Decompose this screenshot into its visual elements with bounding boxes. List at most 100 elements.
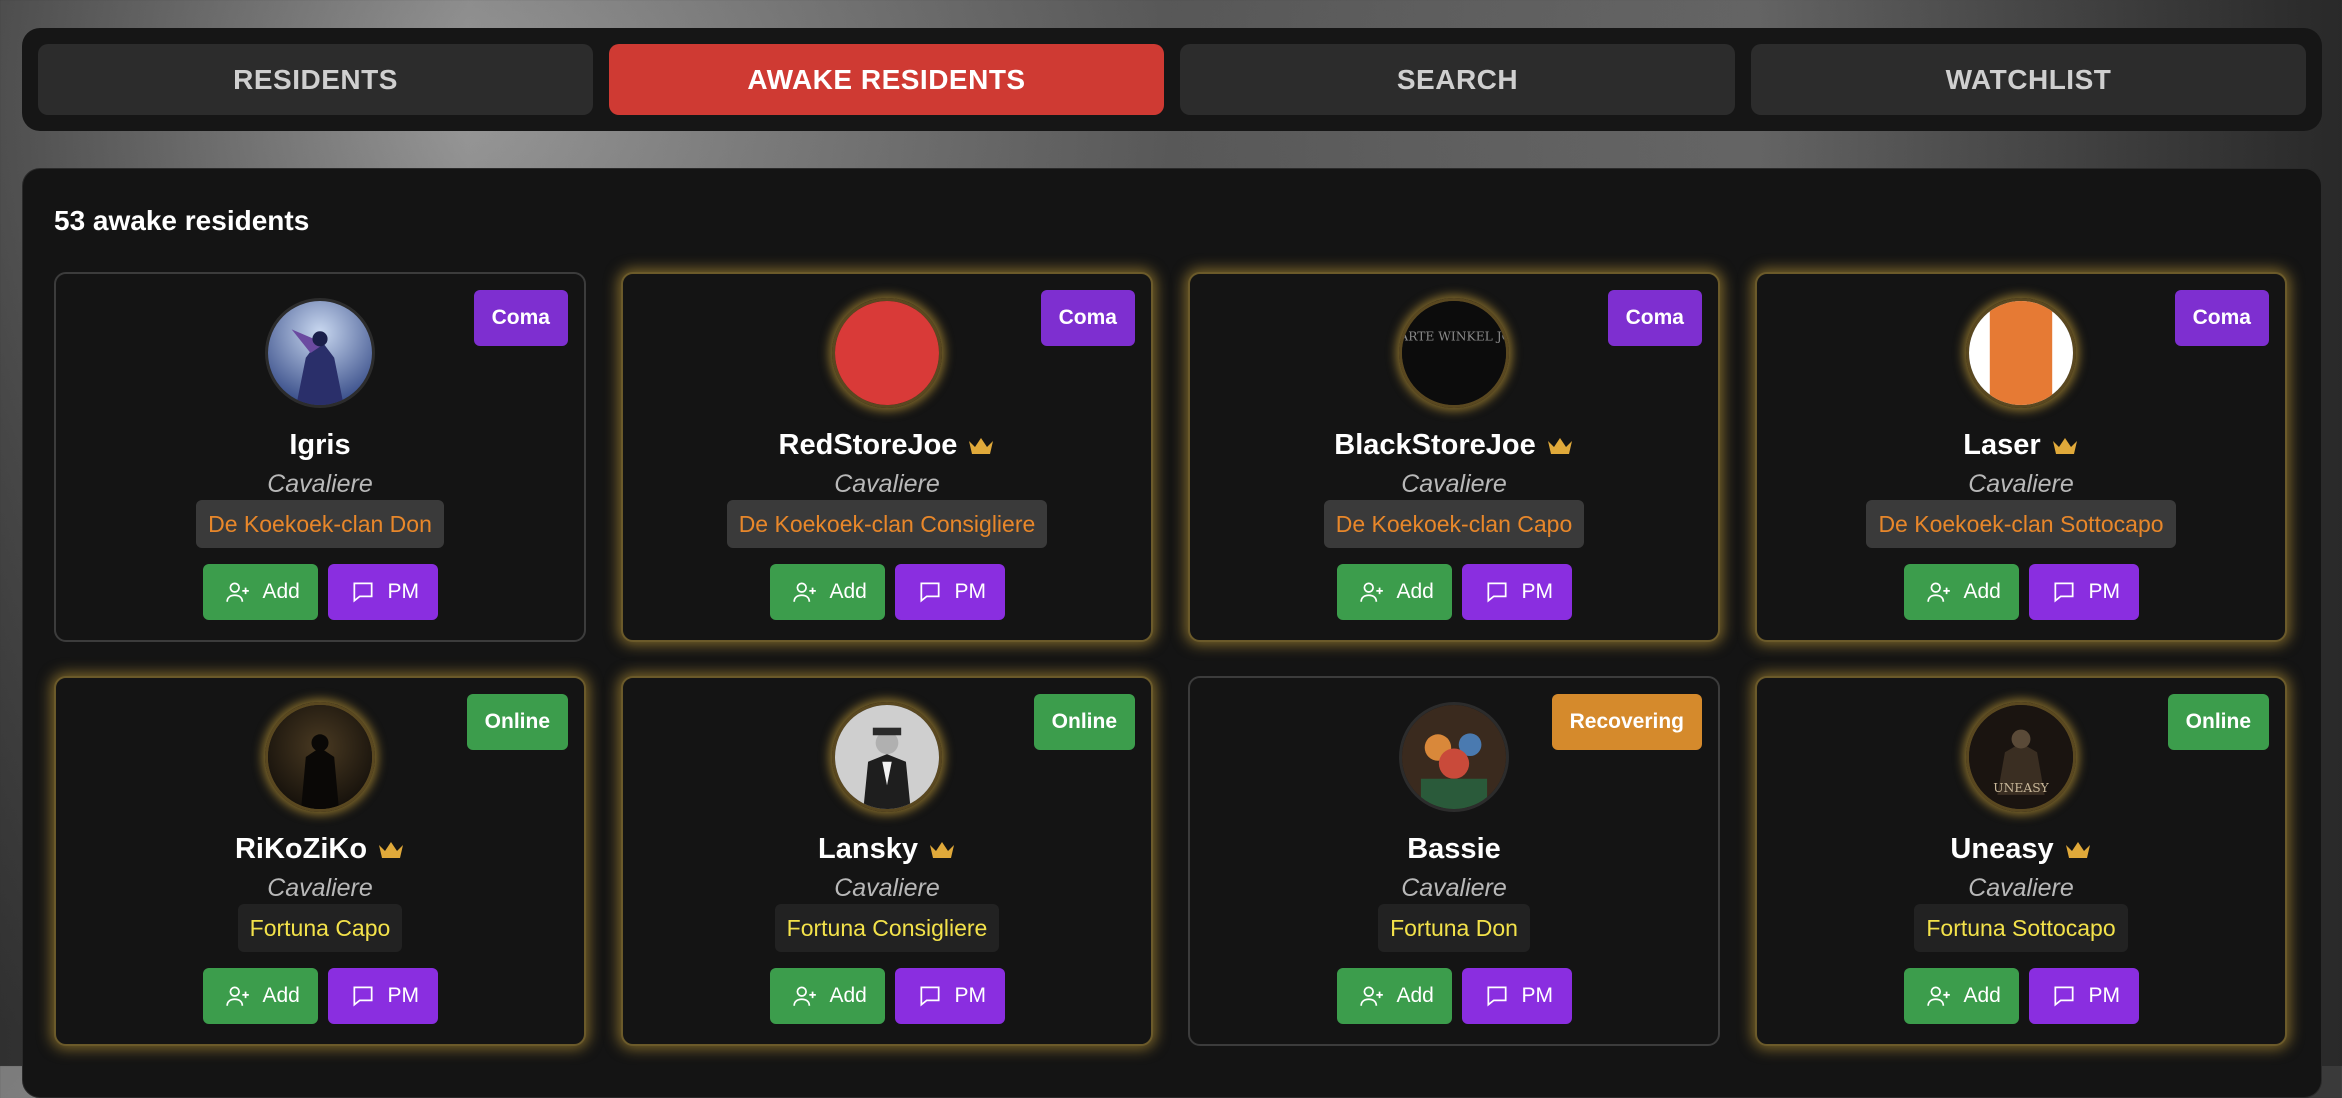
family-tag[interactable]: De Koekoek-clan Don	[196, 500, 444, 548]
add-friend-button[interactable]: Add	[1903, 564, 2019, 620]
message-icon	[919, 986, 940, 1007]
crown-icon	[379, 841, 404, 858]
avatar[interactable]: UNEASY	[1966, 702, 2076, 812]
pm-label: PM	[2088, 984, 2121, 1007]
resident-name[interactable]: Lansky	[623, 833, 1151, 866]
user-plus-icon	[792, 582, 816, 602]
crown-icon	[1547, 437, 1572, 454]
resident-name[interactable]: RedStoreJoe	[623, 429, 1151, 462]
family-tag[interactable]: De Koekoek-clan Consigliere	[726, 500, 1048, 548]
add-friend-button[interactable]: Add	[1903, 968, 2019, 1024]
pm-button[interactable]: PM	[2028, 968, 2139, 1024]
user-plus-icon	[1359, 986, 1383, 1006]
message-icon	[2053, 582, 2074, 603]
add-friend-button[interactable]: Add	[202, 564, 318, 620]
status-badge: Online	[1033, 694, 1135, 750]
status-badge: Online	[2167, 694, 2269, 750]
user-plus-icon	[225, 986, 249, 1006]
resident-card: UNEASY Online Uneasy Cavaliere Fortuna S…	[1755, 676, 2287, 1046]
message-icon	[352, 986, 373, 1007]
user-plus-icon	[1359, 582, 1383, 602]
resident-name[interactable]: BlackStoreJoe	[1190, 429, 1718, 462]
family-tag[interactable]: De Koekoek-clan Sottocapo	[1866, 500, 2176, 548]
add-label: Add	[1396, 580, 1434, 603]
resident-card: Coma RedStoreJoe Cavaliere De Koekoek-cl…	[621, 272, 1153, 642]
resident-name-text[interactable]: Uneasy	[1950, 833, 2053, 866]
resident-name-text[interactable]: Lansky	[818, 833, 918, 866]
avatar[interactable]: ZWARTE WINKEL JOZE	[1399, 298, 1509, 408]
family-tag[interactable]: Fortuna Don	[1378, 904, 1530, 952]
resident-name-text[interactable]: BlackStoreJoe	[1334, 429, 1536, 462]
pm-label: PM	[387, 984, 420, 1007]
avatar[interactable]	[832, 702, 942, 812]
avatar-text: UNEASY	[1993, 781, 2049, 795]
resident-count: 53 awake residents	[54, 205, 310, 236]
resident-rank: Cavaliere	[1401, 874, 1507, 902]
add-friend-button[interactable]: Add	[769, 564, 885, 620]
status-badge: Coma	[1040, 290, 1135, 346]
resident-card: Coma Laser Cavaliere De Koekoek-clan Sot…	[1755, 272, 2287, 642]
tab-watchlist[interactable]: WATCHLIST	[1751, 44, 2306, 115]
add-label: Add	[1963, 984, 2001, 1007]
add-friend-button[interactable]: Add	[1336, 564, 1452, 620]
pm-button[interactable]: PM	[1461, 564, 1572, 620]
resident-name[interactable]: Laser	[1757, 429, 2285, 462]
tab-residents[interactable]: RESIDENTS	[38, 44, 593, 115]
pm-label: PM	[954, 580, 987, 603]
family-tag[interactable]: Fortuna Sottocapo	[1914, 904, 2128, 952]
add-label: Add	[1963, 580, 2001, 603]
resident-card: Coma Igris Cavaliere De Koekoek-clan Don…	[54, 272, 586, 642]
crown-icon	[929, 841, 954, 858]
add-label: Add	[262, 984, 300, 1007]
avatar[interactable]	[265, 298, 375, 408]
message-icon	[352, 582, 373, 603]
pm-button[interactable]: PM	[894, 564, 1005, 620]
crown-icon	[2052, 437, 2077, 454]
add-friend-button[interactable]: Add	[202, 968, 318, 1024]
family-tag[interactable]: Fortuna Consigliere	[774, 904, 1000, 952]
status-badge: Recovering	[1551, 694, 1702, 750]
avatar[interactable]	[832, 298, 942, 408]
resident-name[interactable]: Bassie	[1190, 833, 1718, 866]
resident-rank: Cavaliere	[1968, 470, 2074, 498]
status-badge: Coma	[473, 290, 568, 346]
status-badge: Coma	[2174, 290, 2269, 346]
resident-name-text[interactable]: Bassie	[1407, 833, 1501, 866]
family-tag[interactable]: Fortuna Capo	[237, 904, 403, 952]
resident-name[interactable]: Igris	[56, 429, 584, 462]
resident-rank: Cavaliere	[834, 470, 940, 498]
resident-name[interactable]: RiKoZiKo	[56, 833, 584, 866]
tab-search[interactable]: SEARCH	[1180, 44, 1735, 115]
user-plus-icon	[1926, 582, 1950, 602]
resident-name[interactable]: Uneasy	[1757, 833, 2285, 866]
pm-button[interactable]: PM	[327, 968, 438, 1024]
add-friend-button[interactable]: Add	[769, 968, 885, 1024]
avatar[interactable]	[1399, 702, 1509, 812]
resident-name-text[interactable]: RiKoZiKo	[235, 833, 367, 866]
add-label: Add	[829, 580, 867, 603]
resident-rank: Cavaliere	[834, 874, 940, 902]
tab-awake-residents[interactable]: AWAKE RESIDENTS	[609, 44, 1164, 115]
avatar[interactable]	[265, 702, 375, 812]
family-tag[interactable]: De Koekoek-clan Capo	[1323, 500, 1585, 548]
pm-button[interactable]: PM	[1461, 968, 1572, 1024]
message-icon	[919, 582, 940, 603]
pm-button[interactable]: PM	[327, 564, 438, 620]
user-plus-icon	[1926, 986, 1950, 1006]
pm-label: PM	[1521, 580, 1554, 603]
resident-name-text[interactable]: Igris	[289, 429, 350, 462]
resident-name-text[interactable]: Laser	[1963, 429, 2040, 462]
resident-card: Online RiKoZiKo Cavaliere Fortuna Capo A…	[54, 676, 586, 1046]
residents-panel: 53 awake residents Coma Igris Cavaliere …	[22, 168, 2322, 1098]
status-badge: Online	[466, 694, 568, 750]
resident-card: ZWARTE WINKEL JOZE Coma BlackStoreJoe Ca…	[1188, 272, 1720, 642]
resident-rank: Cavaliere	[267, 470, 373, 498]
pm-label: PM	[1521, 984, 1554, 1007]
crown-icon	[969, 437, 994, 454]
pm-button[interactable]: PM	[894, 968, 1005, 1024]
pm-button[interactable]: PM	[2028, 564, 2139, 620]
resident-name-text[interactable]: RedStoreJoe	[779, 429, 958, 462]
avatar[interactable]	[1966, 298, 2076, 408]
message-icon	[1486, 986, 1507, 1007]
add-friend-button[interactable]: Add	[1336, 968, 1452, 1024]
